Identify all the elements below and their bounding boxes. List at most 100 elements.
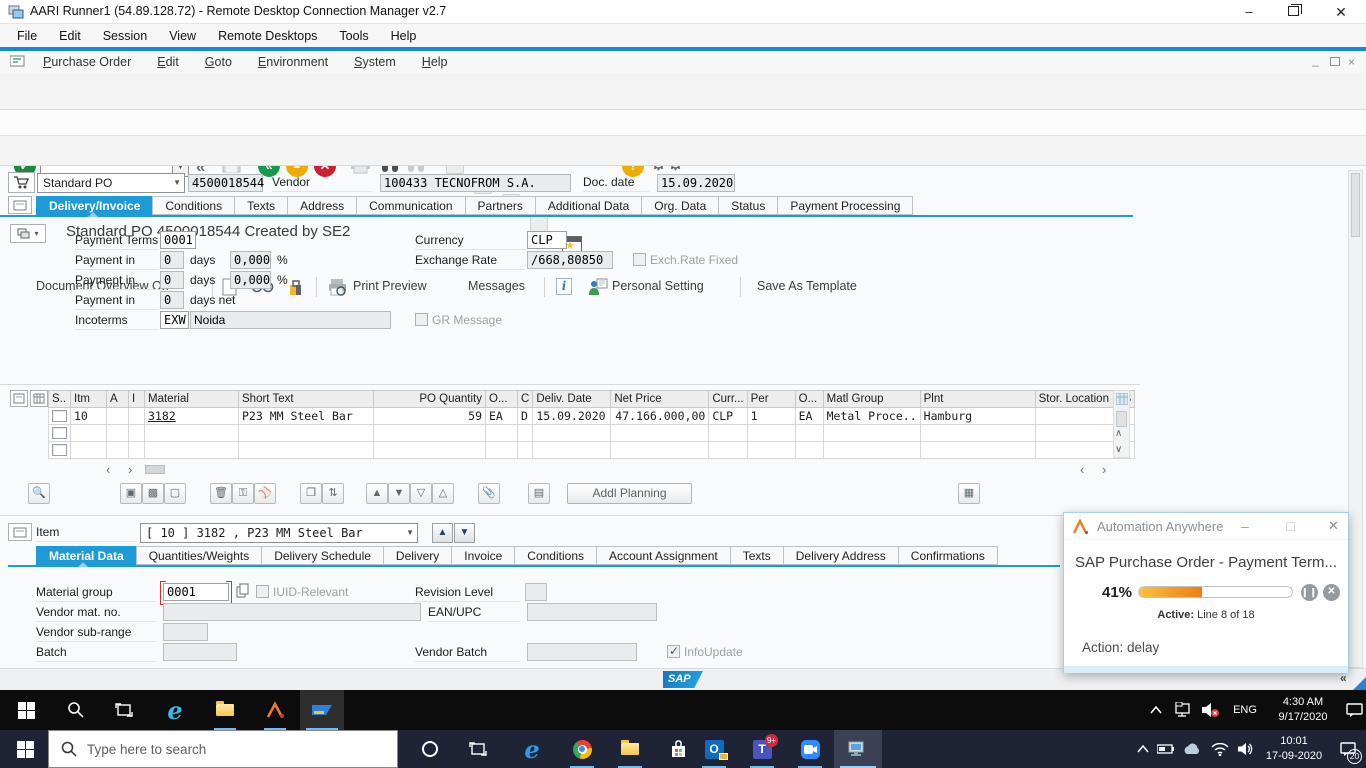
item-details-button[interactable]: 🔍 (28, 483, 50, 504)
payment-in2-pct-field[interactable]: 0,000 (230, 271, 271, 289)
sap-restore-button[interactable] (1330, 57, 1340, 66)
aa-popup-titlebar[interactable]: Automation Anywhere – ✕ (1064, 513, 1348, 539)
tab-status[interactable]: Status (718, 196, 779, 215)
host-edge-icon[interactable]: e (514, 730, 550, 768)
host-tray-chevron-icon[interactable] (1134, 730, 1152, 768)
print-preview-icon[interactable] (328, 278, 348, 296)
table-page-right-icon[interactable]: › (128, 462, 132, 477)
host-chrome-icon[interactable] (564, 730, 600, 768)
host-onedrive-icon[interactable] (1180, 730, 1204, 768)
aa-maximize-button[interactable] (1286, 522, 1295, 531)
item-select[interactable]: [ 10 ] 3182 , P23 MM Steel Bar ▼ (140, 523, 418, 543)
sort-ascending-button[interactable]: ▲ (366, 483, 388, 504)
table-vscroll-thumb[interactable] (1116, 411, 1127, 427)
sap-menu-help[interactable]: Help (409, 53, 461, 71)
payment-in1-days-field[interactable]: 0 (160, 251, 184, 269)
main-vscroll-thumb[interactable] (1351, 173, 1360, 237)
previous-item-button[interactable]: ▲ (432, 523, 453, 543)
doc-date-field[interactable]: 15.09.2020 (657, 174, 735, 192)
sap-menu-environment[interactable]: Environment (245, 53, 341, 71)
col-net-price[interactable]: Net Price (610, 390, 710, 408)
aa-close-button[interactable]: ✕ (1328, 518, 1339, 534)
sap-menu-system[interactable]: System (341, 53, 409, 71)
host-battery-icon[interactable] (1155, 730, 1177, 768)
host-cortana-icon[interactable] (412, 730, 448, 768)
notes-button[interactable]: ▤ (528, 483, 550, 504)
col-deliv-date[interactable]: Deliv. Date (532, 390, 612, 408)
menu-file[interactable]: File (6, 26, 48, 46)
col-per[interactable]: Per (746, 390, 796, 408)
tab-delivery[interactable]: Delivery (382, 546, 453, 565)
sap-menu-purchase-order[interactable]: Purchase Order (30, 53, 144, 71)
sap-screen-menu-icon[interactable] (10, 55, 26, 68)
po-number-field[interactable]: 4500018544 (188, 174, 264, 192)
resize-corner[interactable] (1352, 677, 1366, 691)
remote-automation-anywhere-icon[interactable] (258, 690, 292, 730)
sap-menu-goto[interactable]: Goto (192, 53, 245, 71)
window-minimize-button[interactable]: – (1242, 4, 1256, 19)
payment-in1-pct-field[interactable]: 0,000 (230, 251, 271, 269)
aa-minimize-button[interactable]: – (1241, 518, 1249, 534)
exchange-rate-field[interactable]: /668,80850 (527, 251, 613, 269)
menu-help[interactable]: Help (380, 26, 428, 46)
remote-tray-chevron-icon[interactable] (1146, 690, 1166, 730)
table-hscroll-thumb[interactable] (145, 465, 165, 474)
remote-sap-logon-icon[interactable] (300, 690, 344, 730)
host-store-icon[interactable] (660, 730, 696, 768)
tab-delivery-address[interactable]: Delivery Address (782, 546, 899, 565)
collapse-overview-icon[interactable] (10, 390, 28, 407)
sap-close-button[interactable]: × (1348, 55, 1355, 69)
remote-search-icon[interactable] (60, 690, 92, 730)
host-start-button[interactable] (8, 730, 42, 768)
tab-item-texts[interactable]: Texts (729, 546, 784, 565)
row-select-box[interactable] (52, 427, 67, 439)
aa-stop-button[interactable]: ✕ (1323, 584, 1340, 601)
table-row-empty[interactable] (48, 441, 1136, 459)
material-group-field[interactable]: 0001 (160, 581, 232, 605)
copy-value-icon[interactable] (236, 583, 250, 599)
print-preview-button[interactable]: Print Preview (353, 279, 427, 293)
remote-file-explorer-icon[interactable] (208, 690, 242, 730)
delete-filter-button[interactable]: △ (432, 483, 454, 504)
host-teams-icon[interactable]: T 9+ (744, 730, 780, 768)
menu-edit[interactable]: Edit (48, 26, 92, 46)
aa-pause-button[interactable]: ❙❙ (1301, 584, 1318, 601)
table-settings-icon[interactable] (30, 390, 48, 407)
repeat-item-button[interactable]: ⇅ (322, 483, 344, 504)
vendor-field[interactable]: 100433 TECNOFROM S.A. (380, 174, 571, 192)
col-a[interactable]: A (106, 390, 129, 408)
col-plnt[interactable]: Plnt (919, 390, 1036, 408)
iuid-relevant-checkbox[interactable] (256, 585, 269, 598)
host-zoom-icon[interactable] (792, 730, 828, 768)
export-button[interactable]: ▦ (958, 483, 980, 504)
sap-menu-edit[interactable]: Edit (144, 53, 192, 71)
table-page-left2-icon[interactable]: ‹ (1080, 462, 1084, 477)
table-row-empty[interactable] (48, 424, 1136, 442)
tab-confirmations[interactable]: Confirmations (897, 546, 998, 565)
messages-button[interactable]: Messages (468, 279, 525, 293)
remote-action-center-icon[interactable] (1342, 690, 1366, 730)
host-wifi-icon[interactable] (1208, 730, 1232, 768)
remote-ie-icon[interactable]: e (158, 690, 192, 730)
tab-communication[interactable]: Communication (356, 196, 466, 215)
remote-clock[interactable]: 4:30 AM 9/17/2020 (1266, 690, 1340, 730)
menu-view[interactable]: View (158, 26, 207, 46)
host-rdcm-icon[interactable] (834, 730, 882, 768)
info-update-checkbox[interactable] (667, 644, 680, 658)
col-short-text[interactable]: Short Text (238, 390, 374, 408)
host-volume-icon[interactable] (1234, 730, 1258, 768)
deselect-all-button[interactable]: ▢ (164, 483, 186, 504)
col-c[interactable]: C (516, 390, 534, 408)
remote-task-view-icon[interactable] (108, 690, 140, 730)
po-type-select[interactable]: Standard PO ▼ (37, 173, 185, 193)
col-matl-group[interactable]: Matl Group (822, 390, 921, 408)
vendor-mat-field[interactable] (163, 603, 421, 621)
host-search-box[interactable]: Type here to search (48, 730, 398, 768)
next-item-button[interactable]: ▼ (454, 523, 475, 543)
addl-planning-button[interactable]: Addl Planning (567, 483, 692, 504)
remote-start-button[interactable] (10, 690, 42, 730)
host-clock[interactable]: 10:01 17-09-2020 (1258, 730, 1330, 768)
copy-item-button[interactable]: ❐ (300, 483, 322, 504)
tab-address[interactable]: Address (287, 196, 358, 215)
select-all-button[interactable]: ▣ (120, 483, 142, 504)
